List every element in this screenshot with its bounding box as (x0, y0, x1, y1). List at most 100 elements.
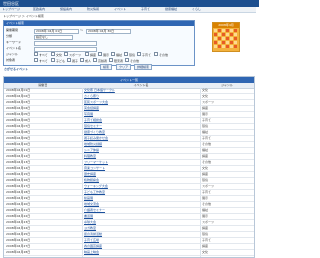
category-row: 分類 指定なし (6, 34, 192, 40)
site-header: 世田谷区 (0, 0, 259, 7)
event-list: 2008年04月01日 文化祭 日本語サークル 文化 2008年04月02日 さくら祭… (4, 88, 254, 256)
nav-item-facilities[interactable]: 施設案内 (60, 7, 72, 12)
search-button[interactable]: 検索 (100, 64, 113, 70)
search-panel-title: イベント検索 (4, 21, 194, 26)
section-title: さがせるイベント (4, 67, 29, 71)
event-link[interactable]: 介護者セミナー (84, 208, 198, 213)
event-link[interactable]: 健康づくり教室 (84, 130, 198, 135)
calendar-day[interactable] (214, 45, 217, 48)
calendar-day[interactable] (214, 29, 217, 32)
results-panel: イベント一覧 開催日 イベント名 ジャンル 2008年04月01日 文化祭 日本語… (3, 76, 255, 258)
event-link[interactable]: 子ども工作教室 (84, 190, 198, 195)
calendar-widget: 2008年4月 (212, 22, 240, 52)
calendar-day[interactable] (234, 37, 237, 40)
calendar-day[interactable] (218, 41, 221, 44)
category-label: 分類 (6, 34, 13, 38)
calendar-day[interactable] (222, 41, 225, 44)
calendar-day[interactable] (226, 33, 229, 36)
event-link[interactable]: 街の清掃活動 (84, 232, 198, 237)
detail-search-button[interactable]: 詳細検索 (134, 64, 153, 70)
calendar-day[interactable] (222, 37, 225, 40)
target-option-all[interactable]: すべて (34, 58, 48, 64)
event-link[interactable]: 環境セミナー (84, 124, 198, 129)
nav-item-top[interactable]: トップページ (2, 7, 20, 12)
date-range-row: 開催期間 2008年 04月 01日 〜 2008年 04月 30日 (6, 28, 192, 34)
event-link[interactable]: 映画上映会 (84, 250, 198, 255)
event-link[interactable]: 地域交流会 (84, 202, 198, 207)
clear-button[interactable]: クリア (116, 64, 132, 70)
nav-item-government[interactable]: 区政案内 (33, 7, 45, 12)
event-link[interactable]: ヨガ教室 (84, 226, 198, 231)
event-link[interactable]: 親子読み聞かせ会 (84, 136, 198, 141)
table-row: 2008年04月28日 映画上映会 文化 (4, 250, 254, 256)
calendar-day[interactable] (230, 41, 233, 44)
event-link[interactable]: 歴史講座 (84, 172, 198, 177)
nav-item-life[interactable]: くらし (192, 7, 201, 12)
keyword-row: キーワード (6, 40, 192, 46)
event-link[interactable]: シニア体操 (84, 148, 198, 153)
calendar-day[interactable] (218, 45, 221, 48)
calendar-day[interactable] (222, 45, 225, 48)
calendar-day[interactable] (222, 33, 225, 36)
event-link[interactable]: 文化祭 日本語サークル (84, 88, 198, 93)
event-link[interactable]: 春の園芸講座 (84, 244, 198, 249)
nav-item-health[interactable]: 健康福祉 (165, 7, 177, 12)
calendar-day[interactable] (230, 45, 233, 48)
top-navigation: トップページ 区政案内 施設案内 防災情報 イベント 子育て 健康福祉 くらし (0, 7, 256, 13)
calendar-day[interactable] (218, 29, 221, 32)
calendar-day[interactable] (230, 29, 233, 32)
calendar-day[interactable] (218, 33, 221, 36)
calendar-day[interactable] (214, 33, 217, 36)
calendar-day[interactable] (214, 41, 217, 44)
event-link[interactable]: 区民スポーツ大会 (84, 100, 198, 105)
nav-item-childcare[interactable]: 子育て (141, 7, 150, 12)
event-name-row: イベント名 (6, 46, 192, 52)
calendar-day[interactable] (214, 37, 217, 40)
event-link[interactable]: 地域防災訓練 (84, 142, 198, 147)
event-link[interactable]: さくら祭り (84, 94, 198, 99)
target-option-child[interactable]: 子ども (51, 58, 65, 64)
breadcrumb: トップページ ＞ イベント検索 (3, 14, 44, 18)
target-label: 対象者 (6, 58, 16, 62)
event-link[interactable]: ウォーキング大会 (84, 184, 198, 189)
target-row: 対象者 すべて 子ども 親子 成人 高齢者 障害者 その他 (6, 58, 192, 63)
calendar-day[interactable] (230, 33, 233, 36)
site-title: 世田谷区 (3, 1, 19, 6)
calendar-day[interactable] (226, 29, 229, 32)
genre-label: ジャンル (6, 52, 18, 56)
search-actions: 検索 クリア 詳細検索 (100, 64, 200, 70)
calendar-day[interactable] (222, 29, 225, 32)
event-link[interactable]: 書道展 (84, 214, 198, 219)
calendar-grid (214, 29, 238, 49)
event-link[interactable]: 植物観察会 (84, 178, 198, 183)
calendar-title: 2008年4月 (213, 23, 239, 28)
calendar-day[interactable] (234, 41, 237, 44)
event-link[interactable]: 卓球大会 (84, 220, 198, 225)
event-name-label: イベント名 (6, 46, 22, 50)
calendar-day[interactable] (226, 45, 229, 48)
event-link[interactable]: 絵画展 (84, 196, 198, 201)
date-label: 開催期間 (6, 28, 19, 32)
event-link[interactable]: 写真展 (84, 112, 198, 117)
genre-row: ジャンル すべて 文化 スポーツ 講座 展示 福祉 環境 子育て その他 (6, 52, 192, 57)
calendar-day[interactable] (226, 37, 229, 40)
target-option-family[interactable]: 親子 (67, 58, 78, 64)
nav-item-events[interactable]: イベント (114, 7, 126, 12)
event-link[interactable]: 英会話講座 (84, 106, 198, 111)
calendar-day[interactable] (234, 29, 237, 32)
calendar-day[interactable] (226, 41, 229, 44)
event-link[interactable]: 音楽コンサート (84, 166, 198, 171)
calendar-day[interactable] (218, 37, 221, 40)
calendar-day[interactable] (234, 33, 237, 36)
calendar-day[interactable] (234, 45, 237, 48)
target-option-adult[interactable]: 成人 (80, 58, 91, 64)
event-link[interactable]: フリーマーケット (84, 160, 198, 165)
search-panel: イベント検索 開催期間 2008年 04月 01日 〜 2008年 04月 30… (3, 20, 195, 66)
event-link[interactable]: 子育て広場 (84, 238, 198, 243)
nav-item-disaster[interactable]: 防災情報 (87, 7, 99, 12)
event-link[interactable]: 料理教室 (84, 154, 198, 159)
calendar-day[interactable] (230, 37, 233, 40)
event-link[interactable]: 子育て相談会 (84, 118, 198, 123)
date-separator: 〜 (80, 28, 84, 32)
keyword-label: キーワード (6, 40, 22, 44)
